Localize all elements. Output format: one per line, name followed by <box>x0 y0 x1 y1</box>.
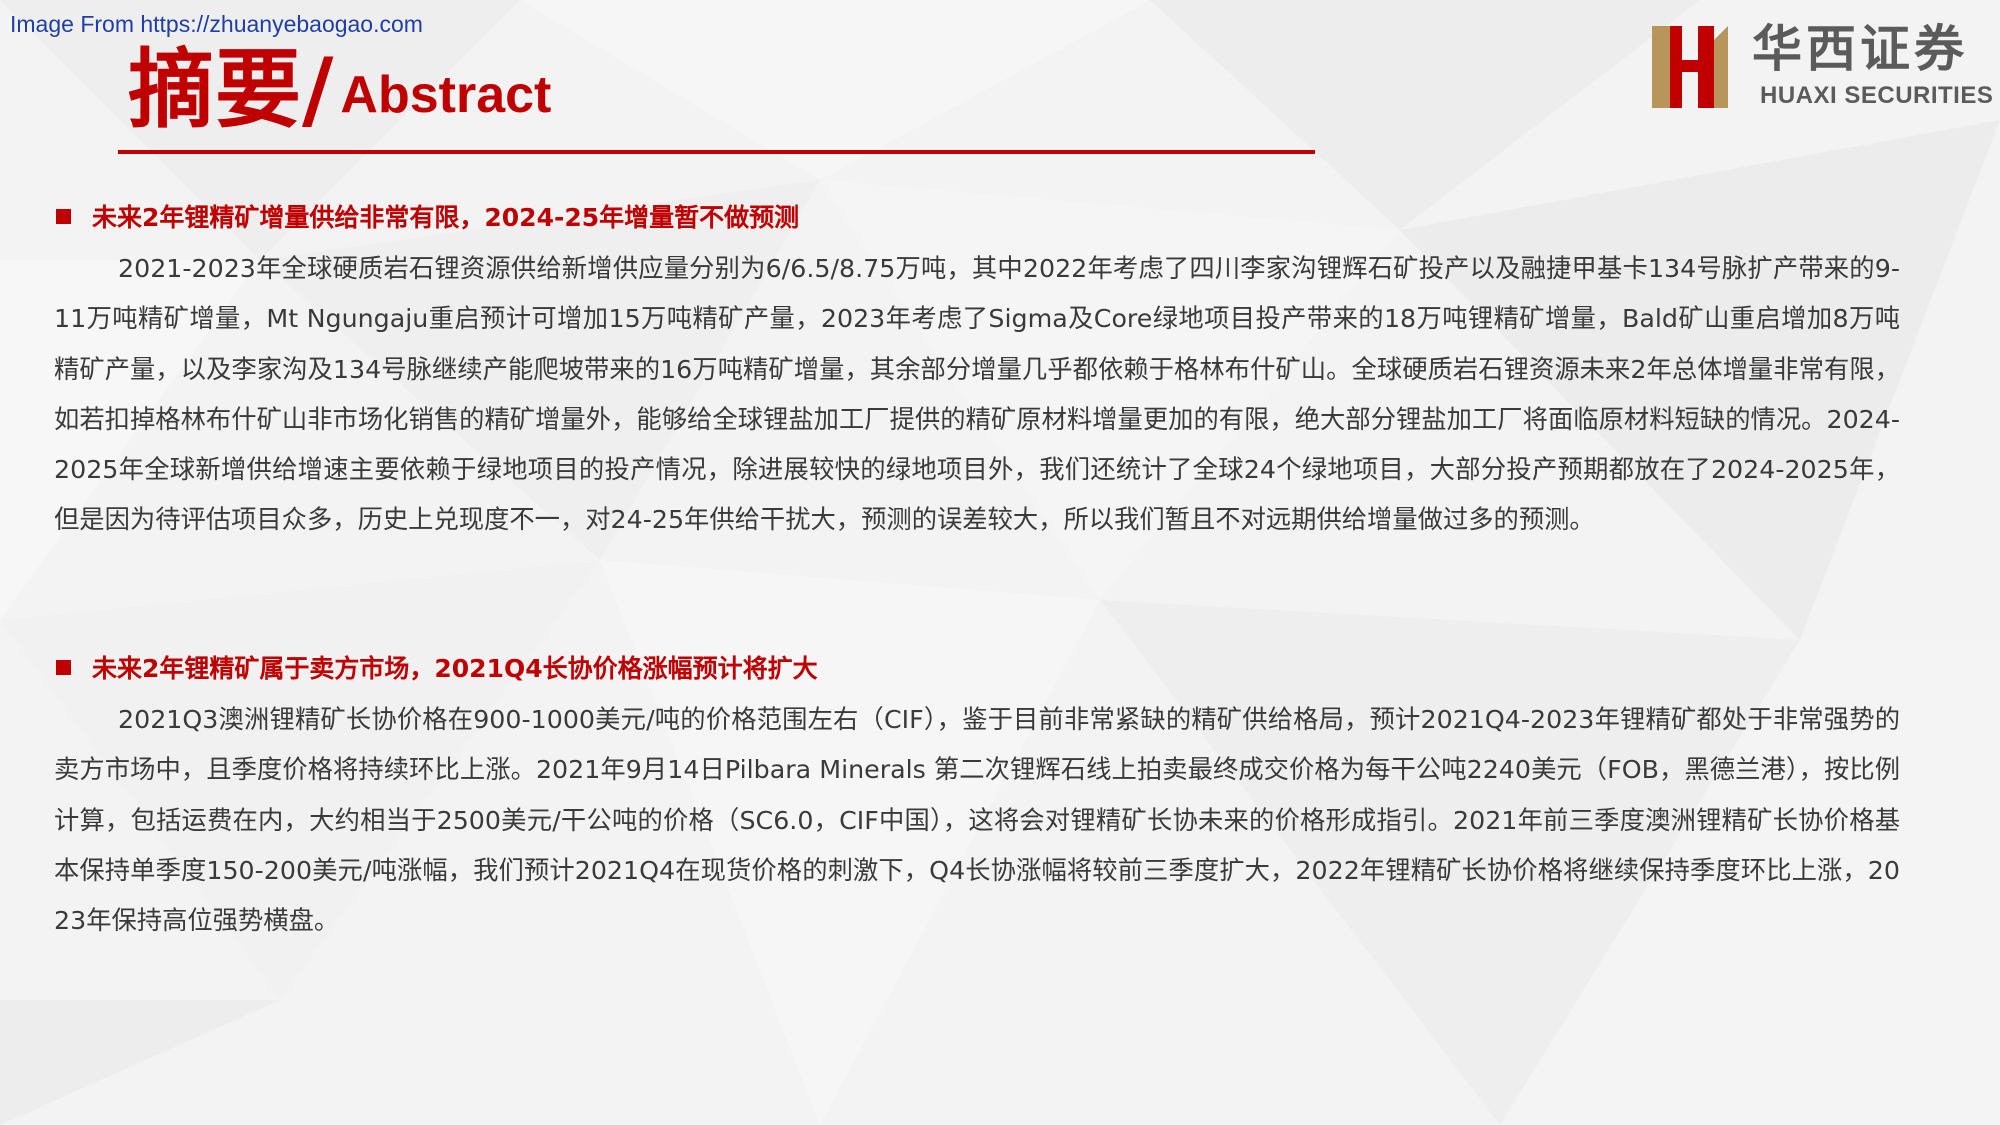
title-underline-divider <box>118 150 1315 154</box>
logo-chinese-name: 华西证券 <box>1752 19 1968 78</box>
section-paragraph: 2021Q3澳洲锂精矿长协价格在900-1000美元/吨的价格范围左右（CIF）… <box>54 705 1900 936</box>
company-logo: 华西证券 HUAXI SECURITIES <box>1640 18 1993 118</box>
page-title-english: Abstract <box>340 66 552 124</box>
logo-english-name: HUAXI SECURITIES <box>1760 82 1994 109</box>
section-heading-text: 未来2年锂精矿增量供给非常有限，2024-25年增量暂不做预测 <box>92 203 800 232</box>
square-bullet-icon <box>56 659 71 675</box>
background-pattern <box>0 0 2000 1125</box>
page-title-chinese: 摘要/ <box>128 40 335 140</box>
page-title: 摘要/ Abstract <box>128 30 551 140</box>
section-heading-text: 未来2年锂精矿属于卖方市场，2021Q4长协价格涨幅预计将扩大 <box>92 654 818 683</box>
square-bullet-icon <box>56 208 71 224</box>
section-heading: 未来2年锂精矿增量供给非常有限，2024-25年增量暂不做预测 <box>54 196 1900 236</box>
section-supply-outlook: 未来2年锂精矿增量供给非常有限，2024-25年增量暂不做预测 2021-202… <box>54 196 1900 546</box>
section-heading: 未来2年锂精矿属于卖方市场，2021Q4长协价格涨幅预计将扩大 <box>54 647 1900 687</box>
section-price-outlook: 未来2年锂精矿属于卖方市场，2021Q4长协价格涨幅预计将扩大 2021Q3澳洲… <box>54 647 1900 946</box>
huaxi-logo-mark-icon <box>1652 26 1728 108</box>
section-paragraph: 2021-2023年全球硬质岩石锂资源供给新增供应量分别为6/6.5/8.75万… <box>54 254 1900 535</box>
